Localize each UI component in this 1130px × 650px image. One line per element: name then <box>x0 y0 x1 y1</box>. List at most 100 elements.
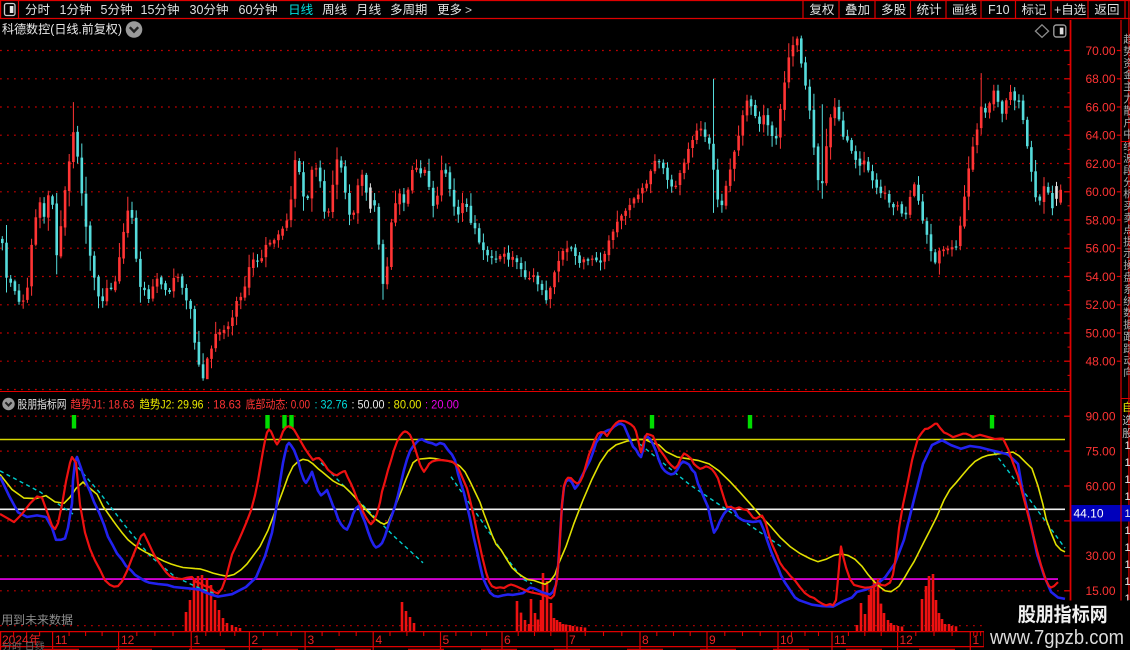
svg-text:58.00: 58.00 <box>1086 213 1116 227</box>
svg-text:www.7gpzb.com: www.7gpzb.com <box>989 627 1124 649</box>
svg-text:12: 12 <box>121 633 135 647</box>
svg-text:波: 波 <box>1123 153 1130 165</box>
svg-text:: 50.00: : 50.00 <box>352 398 385 412</box>
svg-text:15.00: 15.00 <box>1086 584 1116 598</box>
svg-text:标记: 标记 <box>1022 3 1047 17</box>
svg-text:统: 统 <box>1123 295 1130 308</box>
svg-text:+自选: +自选 <box>1054 3 1086 17</box>
svg-text:5: 5 <box>443 633 450 647</box>
svg-text:析: 析 <box>1123 189 1130 201</box>
svg-text:30分钟: 30分钟 <box>190 3 229 17</box>
svg-text:4: 4 <box>376 633 383 647</box>
svg-text:股朋指标网: 股朋指标网 <box>1018 599 1108 628</box>
svg-text:分: 分 <box>1123 176 1130 189</box>
svg-text:科德数控(日线.前复权): 科德数控(日线.前复权) <box>2 23 122 37</box>
svg-text:1分钟: 1分钟 <box>60 3 92 17</box>
svg-text:48.00: 48.00 <box>1086 355 1116 369</box>
svg-text:: 18.63: : 18.63 <box>207 398 241 412</box>
svg-text:9: 9 <box>709 633 716 647</box>
svg-text:画线: 画线 <box>952 3 978 17</box>
svg-text:月线: 月线 <box>356 3 382 17</box>
svg-text:踪: 踪 <box>1123 342 1130 355</box>
svg-text:段: 段 <box>1123 164 1130 177</box>
svg-text:日线: 日线 <box>288 3 314 17</box>
svg-text:提: 提 <box>1123 236 1130 248</box>
svg-text:趋: 趋 <box>1123 34 1130 46</box>
svg-text:: 32.76: : 32.76 <box>315 398 348 412</box>
svg-text:56.00: 56.00 <box>1086 242 1116 256</box>
svg-text:12: 12 <box>900 633 914 647</box>
svg-text:1: 1 <box>1125 508 1130 520</box>
svg-text:数: 数 <box>1123 308 1130 320</box>
svg-text:周线: 周线 <box>322 3 348 17</box>
svg-text:统计: 统计 <box>917 3 943 17</box>
svg-text:趋势J1: 18.63: 趋势J1: 18.63 <box>71 398 135 412</box>
svg-text:趋势J2: 29.96: 趋势J2: 29.96 <box>140 398 204 412</box>
svg-text:据: 据 <box>1123 320 1130 332</box>
svg-text:势: 势 <box>1123 46 1130 58</box>
svg-text:复权: 复权 <box>810 3 836 17</box>
svg-text:70.00: 70.00 <box>1086 44 1116 58</box>
svg-text:用到未来数据: 用到未来数据 <box>1 613 73 627</box>
svg-text:3: 3 <box>308 633 315 647</box>
svg-text:62.00: 62.00 <box>1086 157 1116 171</box>
svg-text:66.00: 66.00 <box>1086 100 1116 114</box>
svg-text:示: 示 <box>1123 248 1130 260</box>
svg-text:6: 6 <box>504 633 511 647</box>
svg-text:返回: 返回 <box>1095 3 1120 17</box>
svg-text:户: 户 <box>1123 116 1130 129</box>
svg-text:30.00: 30.00 <box>1086 549 1116 563</box>
svg-text:11: 11 <box>834 633 847 647</box>
svg-text:1: 1 <box>194 633 201 647</box>
svg-text:叠加: 叠加 <box>845 3 870 17</box>
svg-text:11: 11 <box>55 633 68 647</box>
svg-text:中: 中 <box>1123 129 1130 141</box>
svg-text:底部动态: 0.00: 底部动态: 0.00 <box>246 398 311 412</box>
svg-text:: 20.00: : 20.00 <box>425 398 459 412</box>
svg-text:跟: 跟 <box>1123 332 1130 344</box>
svg-text:动: 动 <box>1123 355 1130 367</box>
svg-text:60.00: 60.00 <box>1086 479 1116 493</box>
svg-text:点: 点 <box>1123 224 1130 236</box>
svg-text:75.00: 75.00 <box>1086 444 1116 458</box>
svg-text:股朋指标网: 股朋指标网 <box>18 398 67 412</box>
svg-text:1: 1 <box>1125 559 1130 571</box>
svg-text:操: 操 <box>1123 260 1130 272</box>
svg-text:向: 向 <box>1123 367 1130 379</box>
svg-text:线: 线 <box>1123 141 1130 153</box>
svg-text:系: 系 <box>1123 284 1130 296</box>
svg-text:60分钟: 60分钟 <box>239 3 278 17</box>
svg-text:主: 主 <box>1123 81 1130 94</box>
svg-text:>: > <box>465 3 472 17</box>
svg-text:多周期: 多周期 <box>390 3 428 17</box>
svg-text:分时: 分时 <box>25 3 51 17</box>
svg-text:50.00: 50.00 <box>1086 326 1116 340</box>
svg-text:10: 10 <box>780 633 794 647</box>
svg-text:52.00: 52.00 <box>1086 298 1116 312</box>
svg-text:1: 1 <box>1125 491 1130 503</box>
svg-text:64.00: 64.00 <box>1086 129 1116 143</box>
svg-text:选: 选 <box>1122 415 1130 427</box>
svg-text:买: 买 <box>1123 201 1130 213</box>
svg-text:散: 散 <box>1123 104 1130 117</box>
svg-text:1: 1 <box>1125 457 1130 469</box>
svg-text:1: 1 <box>1125 576 1130 588</box>
svg-text:1: 1 <box>1125 440 1130 452</box>
svg-text:90.00: 90.00 <box>1086 410 1116 424</box>
svg-text:资: 资 <box>1123 58 1130 70</box>
svg-text:1: 1 <box>973 633 980 647</box>
svg-text:15分钟: 15分钟 <box>141 3 180 17</box>
svg-text:8: 8 <box>642 633 649 647</box>
svg-text:更多: 更多 <box>437 3 463 17</box>
svg-text:F10: F10 <box>988 3 1010 17</box>
svg-text:1: 1 <box>1125 474 1130 486</box>
svg-text:: 80.00: : 80.00 <box>388 398 422 412</box>
svg-text:力: 力 <box>1123 94 1130 106</box>
svg-text:盘: 盘 <box>1123 272 1130 284</box>
svg-text:2: 2 <box>252 633 259 647</box>
svg-text:44.10: 44.10 <box>1074 507 1104 521</box>
svg-text:1: 1 <box>1125 525 1130 537</box>
svg-text:7: 7 <box>569 633 576 647</box>
svg-text:60.00: 60.00 <box>1086 185 1116 199</box>
svg-text:5分钟: 5分钟 <box>101 3 133 17</box>
